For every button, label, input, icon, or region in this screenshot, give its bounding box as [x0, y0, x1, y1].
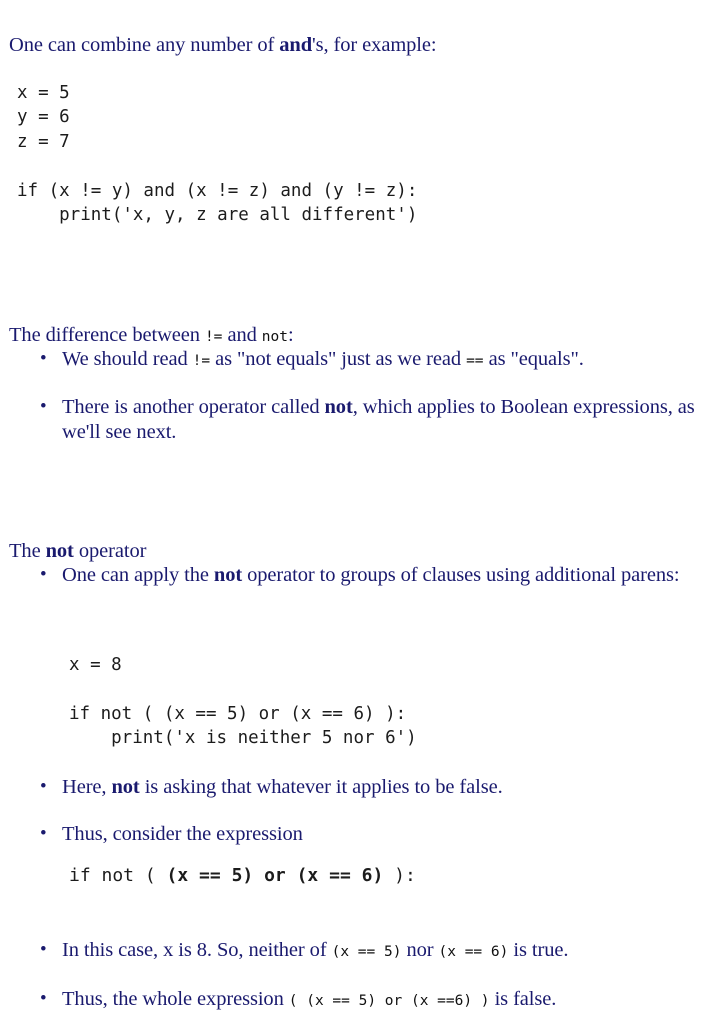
bullet-bold-not: not: [213, 564, 243, 586]
lead-text-after: 's, for example:: [312, 33, 437, 56]
list-item: Thus, the whole expression ( (x == 5) or…: [32, 986, 706, 1014]
list-item: One can apply the not operator to groups…: [32, 562, 706, 588]
code-block-expression: if not ( (x == 5) or (x == 6) ):: [69, 864, 416, 889]
heading-difference: The difference between != and not:: [9, 323, 709, 350]
code-expression-suffix: ):: [383, 865, 416, 886]
heading-not-operator: The not operator: [9, 539, 709, 564]
bullet-text-part1: One can apply the: [62, 564, 214, 586]
bullet-text-part2: is false.: [489, 988, 557, 1010]
bullet-text-part1: Thus, the whole expression: [62, 988, 289, 1010]
list-item: We should read != as "not equals" just a…: [32, 346, 702, 374]
code-block-not-example: x = 8 if not ( (x == 5) or (x == 6) ): p…: [69, 654, 417, 749]
heading-difference-part2: and: [222, 323, 262, 346]
inline-code-whole-expression: ( (x == 5) or (x ==6) ): [288, 993, 490, 1009]
bullet-text-part1: Thus, consider the expression: [62, 823, 303, 845]
bullet-text-part2: nor: [401, 939, 439, 961]
inline-code-not-equals: !=: [204, 328, 223, 345]
list-item: There is another operator called not, wh…: [32, 394, 702, 445]
heading-difference-part1: The difference between: [9, 323, 205, 346]
list-item: Here, not is asking that whatever it app…: [32, 774, 706, 800]
bullet-bold-not: not: [324, 396, 353, 418]
bullet-text-part1: We should read: [62, 348, 193, 370]
bullet-text-part3: is true.: [508, 939, 569, 961]
list-item: Thus, consider the expression: [32, 821, 706, 847]
inline-code-x-eq-6: (x == 6): [438, 944, 509, 960]
bullet-list-not-a: One can apply the not operator to groups…: [32, 562, 706, 588]
heading-not-part1: The: [9, 539, 46, 562]
inline-code-equals-equals: ==: [466, 353, 484, 369]
lead-paragraph: One can combine any number of and's, for…: [9, 33, 709, 58]
inline-code-x-eq-5: (x == 5): [331, 944, 402, 960]
bullet-text-part1: In this case, x is 8. So, neither of: [62, 939, 332, 961]
code-expression-prefix: if not (: [69, 865, 167, 886]
bullet-list-not-c: In this case, x is 8. So, neither of (x …: [32, 937, 706, 1014]
bullet-bold-not: not: [111, 776, 140, 798]
bullet-text-part2: operator to groups of clauses using addi…: [242, 564, 680, 586]
bullet-text-part3: as "equals".: [483, 348, 584, 370]
bullet-list-not-b: Here, not is asking that whatever it app…: [32, 774, 706, 847]
bullet-list-difference: We should read != as "not equals" just a…: [32, 346, 702, 445]
heading-not-part2: operator: [73, 539, 147, 562]
lead-text-before: One can combine any number of: [9, 33, 280, 56]
bullet-text-part1: There is another operator called: [62, 396, 325, 418]
lead-bold-and: and: [279, 33, 313, 56]
slide-page: One can combine any number of and's, for…: [0, 0, 718, 1024]
bullet-text-part2: as "not equals" just as we read: [210, 348, 467, 370]
bullet-text-part2: is asking that whatever it applies to be…: [139, 776, 503, 798]
bullet-text-part1: Here,: [62, 776, 112, 798]
code-expression-bold: (x == 5) or (x == 6): [166, 865, 384, 886]
code-block-and-example: x = 5 y = 6 z = 7 if (x != y) and (x != …: [17, 82, 418, 226]
heading-not-bold: not: [45, 539, 74, 562]
inline-code-not-equals: !=: [192, 353, 211, 369]
heading-difference-part3: :: [287, 323, 294, 346]
list-item: In this case, x is 8. So, neither of (x …: [32, 937, 706, 965]
inline-code-not: not: [261, 328, 288, 345]
